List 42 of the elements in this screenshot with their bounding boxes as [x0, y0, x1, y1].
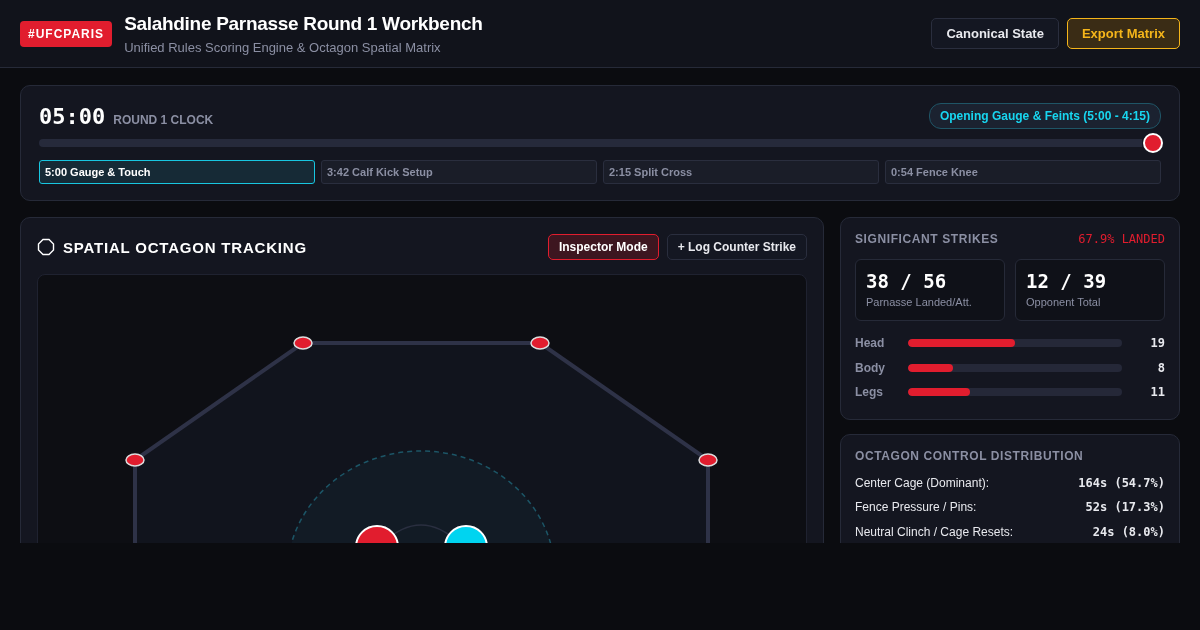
fighter-marker[interactable]	[355, 525, 399, 543]
timeline-segment[interactable]: 2:15 Split Cross	[603, 160, 879, 184]
zone-label: Neutral Clinch / Cage Resets:	[855, 524, 1014, 539]
accuracy-text: 67.9% LANDED	[1078, 232, 1165, 246]
stat-value: 38 / 56	[866, 270, 948, 292]
cage-post	[125, 453, 145, 467]
zone-label: Center Cage (Dominant):	[855, 475, 990, 490]
timeline-thumb[interactable]	[1143, 133, 1163, 153]
zone-label: Fence Pressure / Pins:	[855, 500, 977, 515]
state-button[interactable]: Canonical State	[931, 18, 1059, 49]
clock-time: 05:00	[39, 103, 106, 129]
timeline-segment[interactable]: 0:54 Fence Knee	[885, 160, 1161, 184]
export-button[interactable]: Export Matrix	[1066, 18, 1180, 49]
octagon-icon	[37, 238, 55, 256]
stat-label: Opponent Total	[1026, 296, 1102, 308]
phase-pill: Opening Gauge & Feints (5:00 - 4:15)	[928, 103, 1161, 129]
clock-label: ROUND 1 CLOCK	[113, 112, 214, 127]
target-label: Head	[855, 336, 886, 351]
stat-label: Parnasse Landed/Att.	[866, 296, 973, 308]
timeline-segment[interactable]: 5:00 Gauge & Touch	[39, 160, 315, 184]
event-tag: #UFCPARIS	[20, 20, 113, 47]
cage-post	[698, 453, 718, 467]
fighter-marker[interactable]	[444, 525, 488, 543]
stat-value: 12 / 39	[1026, 270, 1108, 292]
cage-post	[293, 336, 313, 350]
target-label: Legs	[855, 385, 884, 400]
strike-count: 8	[1156, 360, 1165, 375]
inspector-button[interactable]: Inspector Mode	[547, 234, 659, 260]
zone-time: 24s (8.0%)	[1092, 524, 1165, 539]
card-title: SIGNIFICANT STRIKES	[855, 232, 999, 246]
target-label: Body	[855, 360, 886, 375]
page-title: Salahdine Parnasse Round 1 Workbench	[124, 12, 483, 35]
card-title: OCTAGON CONTROL DISTRIBUTION	[855, 448, 1085, 463]
cage-post	[530, 336, 550, 350]
strike-count: 11	[1149, 385, 1165, 400]
timeline-segment[interactable]: 3:42 Calf Kick Setup	[321, 160, 597, 184]
zone-time: 52s (17.3%)	[1085, 500, 1165, 515]
strike-count: 19	[1149, 336, 1165, 351]
zone-time: 164s (54.7%)	[1078, 475, 1165, 490]
log-button[interactable]: + Log Counter Strike	[666, 234, 807, 260]
page-subtitle: Unified Rules Scoring Engine & Octagon Spatial Matrix	[124, 39, 442, 55]
panel-title: SPATIAL OCTAGON TRACKING	[63, 238, 307, 256]
